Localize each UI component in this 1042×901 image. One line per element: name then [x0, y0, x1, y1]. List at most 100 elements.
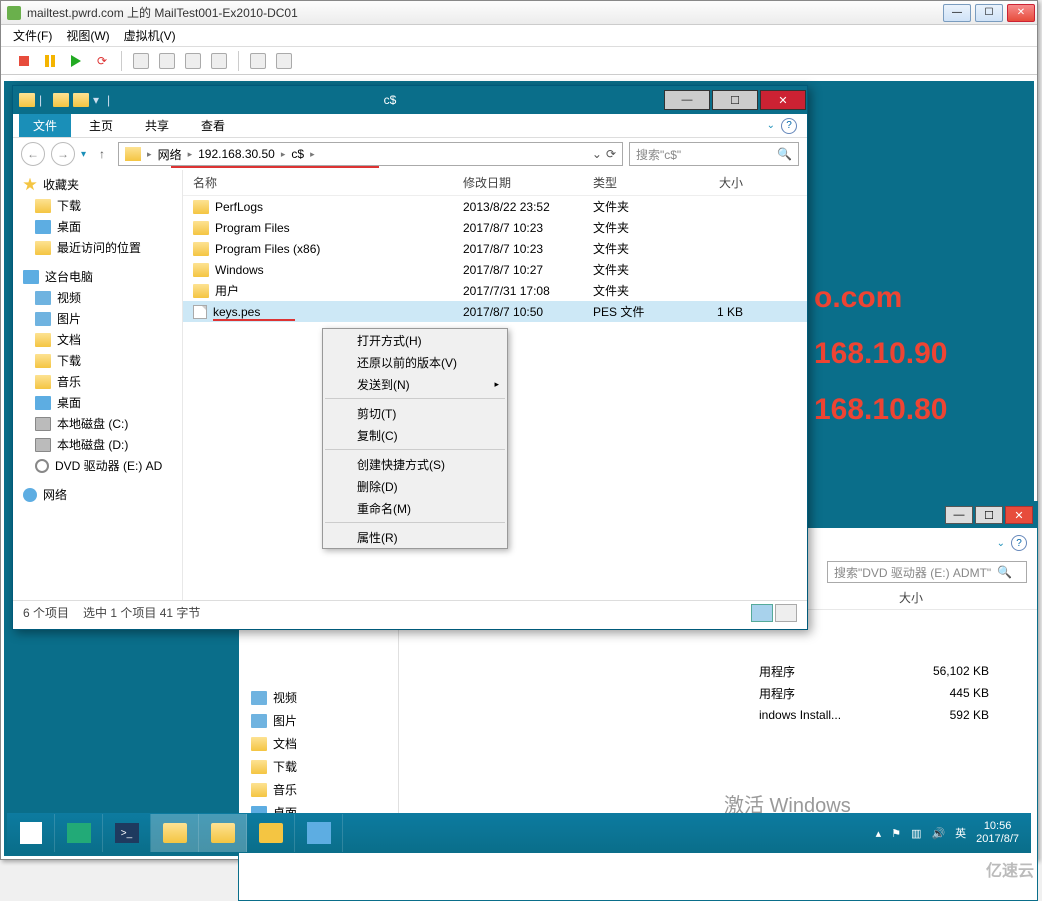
- qat-dropdown[interactable]: ▾: [93, 93, 103, 107]
- nav-favorites[interactable]: 收藏夹: [13, 176, 182, 193]
- play-button[interactable]: [65, 50, 87, 72]
- task-explorer-2[interactable]: [199, 814, 247, 852]
- nav-item[interactable]: 下载: [13, 195, 182, 216]
- breadcrumb[interactable]: ▸ 网络 ▸ 192.168.30.50 ▸ c$ ▸ ⌄⟳: [118, 142, 623, 166]
- nav-item[interactable]: 文档: [239, 732, 398, 755]
- nav-item[interactable]: 视频: [13, 287, 182, 308]
- task-powershell[interactable]: >_: [103, 814, 151, 852]
- crumb-share[interactable]: c$: [291, 147, 304, 161]
- context-menu-item[interactable]: 发送到(N): [323, 373, 507, 395]
- tray-up-icon[interactable]: ▴: [876, 827, 882, 840]
- restart-button[interactable]: ⟳: [91, 50, 113, 72]
- col-size[interactable]: 大小: [683, 174, 763, 191]
- table-row[interactable]: 用程序56,102 KB: [399, 660, 1037, 682]
- table-row[interactable]: 用程序445 KB: [399, 682, 1037, 704]
- context-menu-item[interactable]: 删除(D): [323, 475, 507, 497]
- col-name[interactable]: 名称: [183, 174, 453, 191]
- floppy-icon[interactable]: [273, 50, 295, 72]
- tab-home[interactable]: 主页: [75, 114, 127, 137]
- nav-item[interactable]: DVD 驱动器 (E:) AD: [13, 455, 182, 476]
- nav-item[interactable]: 音乐: [239, 778, 398, 801]
- maximize-button[interactable]: ☐: [975, 4, 1003, 22]
- search-input[interactable]: 搜索"c$" 🔍: [629, 142, 799, 166]
- minimize-button[interactable]: —: [943, 4, 971, 22]
- snapshot-icon[interactable]: [130, 50, 152, 72]
- context-menu-item[interactable]: 剪切(T): [323, 402, 507, 424]
- file-row[interactable]: 用户2017/7/31 17:08文件夹: [183, 280, 807, 301]
- tab-file[interactable]: 文件: [19, 114, 71, 137]
- fullscreen-icon[interactable]: [208, 50, 230, 72]
- ribbon-expand-icon[interactable]: ⌄: [767, 120, 775, 131]
- task-drive[interactable]: [247, 814, 295, 852]
- close-button[interactable]: ✕: [1007, 4, 1035, 22]
- nav-item[interactable]: 本地磁盘 (C:): [13, 413, 182, 434]
- close-button[interactable]: ✕: [1005, 506, 1033, 524]
- file-row[interactable]: PerfLogs2013/8/22 23:52文件夹: [183, 196, 807, 217]
- manage-snapshot-icon[interactable]: [156, 50, 178, 72]
- nav-item[interactable]: 本地磁盘 (D:): [13, 434, 182, 455]
- maximize-button[interactable]: ☐: [712, 90, 758, 110]
- tray-network-icon[interactable]: ▥: [911, 827, 921, 840]
- nav-item[interactable]: 最近访问的位置: [13, 237, 182, 258]
- help-icon[interactable]: ?: [781, 118, 797, 134]
- table-row[interactable]: indows Install...592 KB: [399, 704, 1037, 726]
- nav-item[interactable]: 下载: [13, 350, 182, 371]
- context-menu-item[interactable]: 还原以前的版本(V): [323, 351, 507, 373]
- maximize-button[interactable]: ☐: [975, 506, 1003, 524]
- minimize-button[interactable]: —: [664, 90, 710, 110]
- crumb-host[interactable]: 192.168.30.50: [198, 147, 275, 161]
- nav-item[interactable]: 视频: [239, 686, 398, 709]
- tab-view[interactable]: 查看: [187, 114, 239, 137]
- pause-button[interactable]: [39, 50, 61, 72]
- nav-item[interactable]: 文档: [13, 329, 182, 350]
- col-date[interactable]: 修改日期: [453, 174, 583, 191]
- context-menu-item[interactable]: 创建快捷方式(S): [323, 453, 507, 475]
- history-dropdown[interactable]: ▾: [81, 149, 86, 160]
- refresh-icon[interactable]: ⟳: [606, 147, 616, 161]
- context-menu-item[interactable]: 复制(C): [323, 424, 507, 446]
- nav-this-pc[interactable]: 这台电脑: [13, 268, 182, 285]
- context-menu-item[interactable]: 重命名(M): [323, 497, 507, 519]
- details-view-button[interactable]: [751, 604, 773, 622]
- col-size[interactable]: 大小: [899, 589, 1009, 606]
- task-admt[interactable]: [295, 814, 343, 852]
- search-input-back[interactable]: 搜索"DVD 驱动器 (E:) ADMT" 🔍: [827, 561, 1027, 583]
- forward-button[interactable]: →: [51, 142, 75, 166]
- nav-item[interactable]: 音乐: [13, 371, 182, 392]
- revert-icon[interactable]: [182, 50, 204, 72]
- task-server-manager[interactable]: [55, 814, 103, 852]
- context-menu-item[interactable]: 打开方式(H): [323, 329, 507, 351]
- tray-clock[interactable]: 10:56 2017/8/7: [976, 820, 1019, 846]
- tray-flag-icon[interactable]: ⚑: [891, 827, 901, 840]
- minimize-button[interactable]: —: [945, 506, 973, 524]
- chevron-down-icon[interactable]: ⌄: [997, 538, 1005, 549]
- help-icon[interactable]: ?: [1011, 535, 1027, 551]
- up-button[interactable]: ↑: [92, 144, 112, 164]
- stop-button[interactable]: [13, 50, 35, 72]
- tray-volume-icon[interactable]: 🔊: [931, 827, 945, 840]
- nav-network[interactable]: 网络: [13, 486, 182, 503]
- nav-item[interactable]: 图片: [239, 709, 398, 732]
- close-button[interactable]: ✕: [760, 90, 806, 110]
- context-menu-item[interactable]: 属性(R): [323, 526, 507, 548]
- file-row[interactable]: Program Files (x86)2017/8/7 10:23文件夹: [183, 238, 807, 259]
- menu-vm[interactable]: 虚拟机(V): [124, 27, 176, 44]
- task-explorer[interactable]: [151, 814, 199, 852]
- start-button[interactable]: [7, 814, 55, 852]
- tray-ime[interactable]: 英: [955, 825, 966, 841]
- icons-view-button[interactable]: [775, 604, 797, 622]
- nav-item[interactable]: 图片: [13, 308, 182, 329]
- file-row[interactable]: Windows2017/8/7 10:27文件夹: [183, 259, 807, 280]
- menu-view[interactable]: 视图(W): [66, 27, 109, 44]
- col-type[interactable]: 类型: [583, 174, 683, 191]
- file-row[interactable]: Program Files2017/8/7 10:23文件夹: [183, 217, 807, 238]
- nav-item[interactable]: 桌面: [13, 392, 182, 413]
- tab-share[interactable]: 共享: [131, 114, 183, 137]
- nav-item[interactable]: 桌面: [13, 216, 182, 237]
- crumb-network[interactable]: 网络: [158, 146, 182, 163]
- menu-file[interactable]: 文件(F): [13, 27, 52, 44]
- dropdown-icon[interactable]: ⌄: [592, 147, 602, 161]
- nav-item[interactable]: 下载: [239, 755, 398, 778]
- back-button[interactable]: ←: [21, 142, 45, 166]
- cd-icon[interactable]: [247, 50, 269, 72]
